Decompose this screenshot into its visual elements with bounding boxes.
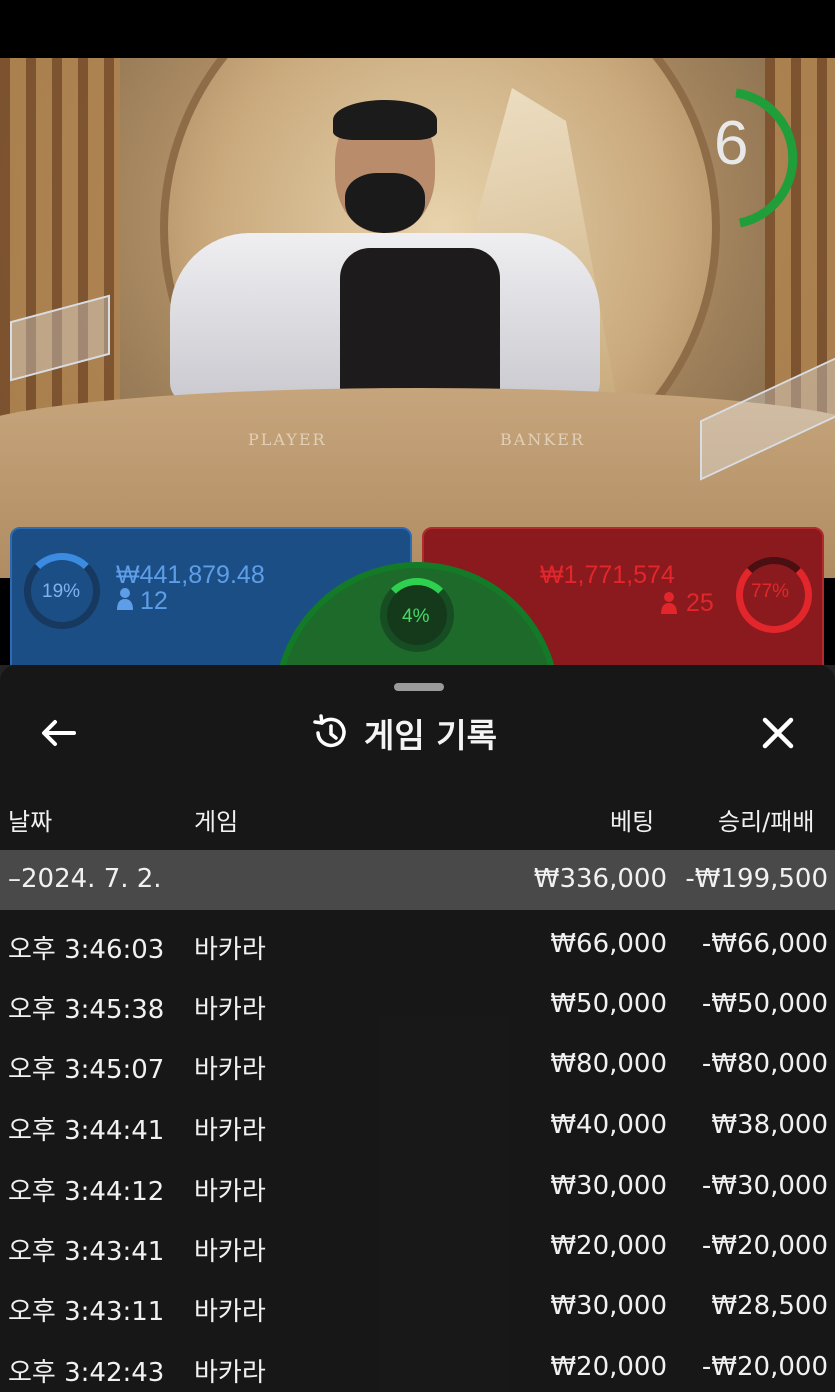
row-result: -₩30,000 <box>701 1171 828 1201</box>
row-game: 바카라 <box>194 1055 266 1085</box>
row-bet: ₩66,000 <box>550 929 667 959</box>
sheet-drag-handle[interactable] <box>394 683 444 691</box>
date-group-bet: ₩336,000 <box>533 864 667 894</box>
row-time: 오후 3:45:07 <box>8 1055 165 1085</box>
row-result: -₩80,000 <box>701 1049 828 1079</box>
row-game: 바카라 <box>194 1177 266 1207</box>
history-row[interactable]: 오후 3:45:38 바카라 ₩50,000 -₩50,000 <box>0 975 835 1035</box>
row-result: -₩50,000 <box>701 989 828 1019</box>
column-header-result: 승리/패배 <box>718 808 815 836</box>
date-group-label: –2024. 7. 2. <box>8 864 162 894</box>
row-bet: ₩20,000 <box>550 1352 667 1382</box>
row-result: -₩20,000 <box>701 1231 828 1261</box>
row-bet: ₩30,000 <box>550 1171 667 1201</box>
column-header-game: 게임 <box>194 808 239 836</box>
player-percent: 19% <box>42 581 81 602</box>
history-row[interactable]: 오후 3:46:03 바카라 ₩66,000 -₩66,000 <box>0 915 835 975</box>
history-row[interactable]: 오후 3:42:43 바카라 ₩20,000 -₩20,000 <box>0 1338 835 1392</box>
row-bet: ₩20,000 <box>550 1231 667 1261</box>
close-icon <box>762 717 794 749</box>
table-label-player: PLAYER <box>248 430 327 449</box>
dealer-mask <box>345 173 425 233</box>
row-result: -₩66,000 <box>701 929 828 959</box>
player-count: 12 <box>140 587 168 615</box>
history-title: 게임 기록 <box>364 716 497 755</box>
row-bet: ₩40,000 <box>550 1110 667 1140</box>
row-game: 바카라 <box>194 1358 266 1388</box>
player-amount: ₩441,879.48 <box>116 561 265 589</box>
row-game: 바카라 <box>194 1297 266 1327</box>
row-time: 오후 3:45:38 <box>8 995 165 1025</box>
row-game: 바카라 <box>194 935 266 965</box>
history-row[interactable]: 오후 3:43:11 바카라 ₩30,000 ₩28,500 <box>0 1277 835 1337</box>
dealer-hair <box>333 100 437 140</box>
date-group-row[interactable]: –2024. 7. 2. ₩336,000 -₩199,500 <box>0 850 835 910</box>
row-game: 바카라 <box>194 1116 266 1146</box>
row-game: 바카라 <box>194 1237 266 1267</box>
row-bet: ₩80,000 <box>550 1049 667 1079</box>
screen: { "video": { "table_label_player": "PLAY… <box>0 0 835 1392</box>
history-header: 게임 기록 <box>310 708 550 758</box>
row-time: 오후 3:44:12 <box>8 1177 165 1207</box>
tie-percent: 4% <box>402 606 430 627</box>
row-result: -₩20,000 <box>701 1352 828 1382</box>
countdown-number: 6 <box>714 109 749 178</box>
row-time: 오후 3:43:11 <box>8 1297 165 1327</box>
history-row[interactable]: 오후 3:44:12 바카라 ₩30,000 -₩30,000 <box>0 1157 835 1217</box>
row-time: 오후 3:43:41 <box>8 1237 165 1267</box>
row-result: ₩38,000 <box>711 1110 828 1140</box>
table-label-banker: BANKER <box>500 430 585 449</box>
history-clock-icon <box>313 714 346 748</box>
banker-percent: 77% <box>751 581 790 602</box>
row-time: 오후 3:46:03 <box>8 935 165 965</box>
column-header-date: 날짜 <box>8 808 53 836</box>
column-header-bet: 베팅 <box>610 808 655 836</box>
lattice-wall-left <box>0 58 120 458</box>
row-bet: ₩30,000 <box>550 1291 667 1321</box>
arrow-left-icon <box>42 720 76 746</box>
row-bet: ₩50,000 <box>550 989 667 1019</box>
row-result: ₩28,500 <box>711 1291 828 1321</box>
history-row[interactable]: 오후 3:44:41 바카라 ₩40,000 ₩38,000 <box>0 1096 835 1156</box>
person-icon <box>116 587 134 611</box>
row-time: 오후 3:44:41 <box>8 1116 165 1146</box>
close-button[interactable] <box>754 710 802 756</box>
row-time: 오후 3:42:43 <box>8 1358 165 1388</box>
history-row[interactable]: 오후 3:43:41 바카라 ₩20,000 -₩20,000 <box>0 1217 835 1277</box>
row-game: 바카라 <box>194 995 266 1025</box>
person-icon <box>660 591 678 615</box>
banker-count: 25 <box>686 589 714 617</box>
banker-amount: ₩1,771,574 <box>540 561 675 589</box>
history-row[interactable]: 오후 3:45:07 바카라 ₩80,000 -₩80,000 <box>0 1035 835 1095</box>
back-button[interactable] <box>34 710 82 756</box>
date-group-result: -₩199,500 <box>685 864 828 894</box>
countdown-timer: 6 <box>700 88 810 228</box>
